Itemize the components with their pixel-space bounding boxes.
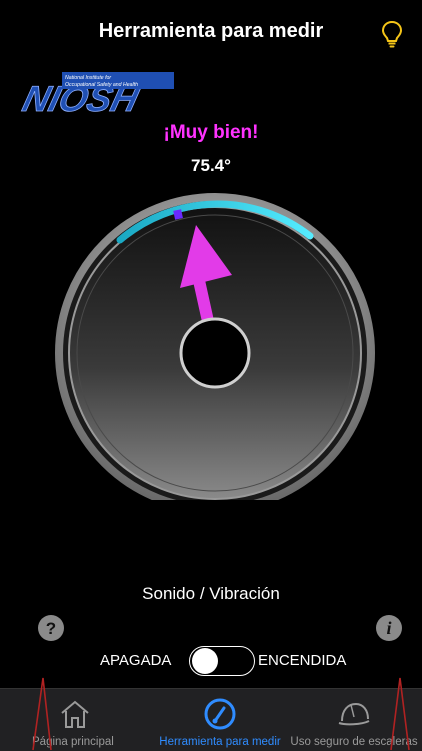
status-message: ¡Muy bien!: [163, 122, 259, 143]
niosh-logo: NIOSH National Institute for Occupationa…: [17, 70, 177, 116]
gauge-icon: [204, 698, 236, 730]
info-icon[interactable]: i: [375, 614, 403, 642]
angle-dial: [55, 193, 375, 500]
toggle-off-label: APAGADA: [100, 652, 172, 669]
help-icon[interactable]: ?: [37, 614, 65, 642]
logo-subtitle-1: National Institute for: [65, 75, 111, 81]
dial-hub: [179, 317, 251, 389]
header: Herramienta para medir: [0, 0, 422, 62]
svg-text:i: i: [386, 618, 391, 638]
tab-home-label: Página principal: [32, 736, 114, 748]
svg-text:?: ?: [46, 619, 56, 638]
mode-label: Sonido / Vibración: [142, 584, 280, 603]
home-icon: [61, 700, 89, 728]
toggle-knob[interactable]: [192, 648, 218, 674]
tab-home[interactable]: Página principal: [0, 689, 150, 751]
boundary-marker-left: [32, 677, 52, 751]
toggle-on-label: ENCENDIDA: [258, 652, 347, 669]
sound-vibration-toggle[interactable]: [189, 646, 255, 676]
boundary-marker-right: [390, 677, 410, 751]
tab-meter-label: Herramienta para medir: [159, 736, 281, 748]
tab-meter[interactable]: Herramienta para medir: [150, 689, 290, 751]
hard-hat-icon: [338, 702, 370, 726]
sound-vibration-toggle-row: APAGADA ENCENDIDA: [0, 646, 422, 676]
tab-bar: Página principal Herramienta para medir …: [0, 688, 422, 751]
page-title: Herramienta para medir: [98, 20, 324, 42]
lightbulb-icon[interactable]: [380, 20, 404, 50]
logo-subtitle-2: Occupational Safety and Health: [65, 82, 138, 88]
